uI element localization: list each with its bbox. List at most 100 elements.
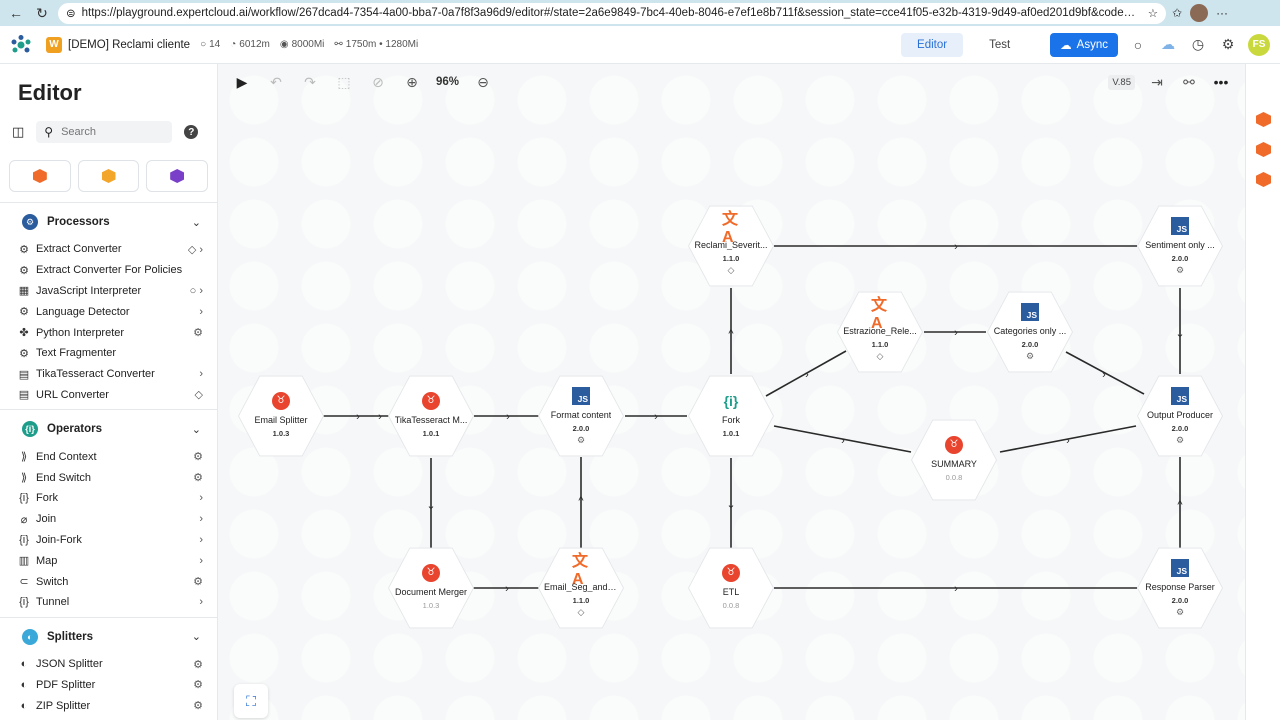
node-name: Email Splitter	[254, 414, 308, 425]
chevron-down-icon[interactable]: ⌄	[192, 630, 201, 643]
history-icon[interactable]: ◷	[1188, 35, 1208, 55]
node-version: 1.1.0	[722, 254, 740, 263]
item-actions[interactable]: ◇ ›	[188, 243, 203, 256]
translate-icon[interactable]	[1256, 112, 1271, 127]
svg-text:›: ›	[378, 411, 382, 423]
item-actions[interactable]: ›	[199, 492, 203, 504]
workflow-canvas[interactable]: ▶ ↶ ↷ ⬚ ⊘ ⊕ 96% ⊖ V.85 ⇥ ⚯ ••• › › › › ⌄…	[218, 64, 1245, 720]
section-header-operators[interactable]: {i} Operators ⌄	[0, 418, 217, 440]
translate-icon[interactable]	[1256, 172, 1271, 187]
filter-star-button[interactable]	[77, 160, 140, 192]
item-actions[interactable]: ⚙	[193, 575, 203, 588]
address-bar[interactable]: ⊜ https://playground.expertcloud.ai/work…	[58, 2, 1166, 24]
chevron-down-icon[interactable]: ⌄	[192, 423, 201, 436]
section-label: Processors	[47, 216, 110, 228]
help-icon[interactable]: ?	[184, 125, 199, 139]
cloud-icon[interactable]: ☁	[1158, 35, 1178, 55]
item-actions[interactable]: ›	[199, 596, 203, 608]
url-text: https://playground.expertcloud.ai/workfl…	[81, 7, 1142, 19]
section-header-splitters[interactable]: ◐ Splitters ⌄	[0, 626, 217, 648]
app-logo-icon[interactable]	[10, 34, 32, 56]
sidebar-item-url-converter[interactable]: ▤ URL Converter ◇	[0, 385, 217, 406]
sidebar-item-end-context[interactable]: ⟫ End Context ⚙	[0, 446, 217, 467]
item-actions[interactable]: ›	[199, 555, 203, 567]
item-icon: ◐	[20, 678, 28, 691]
item-actions[interactable]: ›	[199, 513, 203, 525]
reload-icon[interactable]: ↻	[32, 3, 52, 23]
sidebar-item-extract-converter[interactable]: ⚙ Extract Converter ◇ ›	[0, 239, 217, 260]
sidebar-item-javascript-interpreter[interactable]: ▦ JavaScript Interpreter ○ ›	[0, 281, 217, 302]
favorites-icon[interactable]: ✩	[1172, 6, 1182, 20]
section-header-processors[interactable]: ⚙ Processors ⌄	[0, 211, 217, 233]
item-actions[interactable]: ⚙	[193, 658, 203, 671]
chip-icon: ◉	[279, 39, 289, 50]
editor-mode-button[interactable]: Editor	[901, 32, 964, 57]
sidebar-item-join-fork[interactable]: {i} Join-Fork ›	[0, 530, 217, 551]
node-status-icon[interactable]: ⚙	[1026, 352, 1034, 361]
back-icon[interactable]: ←	[6, 3, 26, 23]
item-actions[interactable]: ›	[199, 306, 203, 318]
item-actions[interactable]: ›	[199, 534, 203, 546]
more-icon[interactable]: ···	[1216, 6, 1228, 20]
node-status-icon[interactable]: ⚙	[577, 436, 585, 445]
item-actions[interactable]: ○ ›	[190, 285, 203, 297]
item-label: Extract Converter	[36, 243, 122, 256]
sidebar-item-json-splitter[interactable]: ◐ JSON Splitter ⚙	[0, 654, 217, 675]
item-icon: ▤	[18, 368, 30, 381]
item-actions[interactable]: ⚙	[193, 450, 203, 463]
status-circle-icon[interactable]: ○	[1128, 35, 1148, 55]
section-icon: {i}	[22, 421, 38, 438]
async-button[interactable]: ☁ Async	[1050, 32, 1118, 57]
item-label: Extract Converter For Policies	[36, 264, 183, 277]
sidebar-item-text-fragmenter[interactable]: ⚙ Text Fragmenter	[0, 343, 217, 364]
item-icon: {i}	[19, 492, 29, 505]
sidebar-item-fork[interactable]: {i} Fork ›	[0, 488, 217, 509]
star-icon[interactable]: ☆	[1148, 6, 1158, 20]
item-actions[interactable]: ⚙	[193, 678, 203, 691]
node-status-icon[interactable]: ◇	[877, 352, 884, 361]
node-status-icon[interactable]: ⚙	[1176, 266, 1184, 275]
browser-profile-avatar[interactable]	[1190, 4, 1209, 22]
gauge-icon: ◔	[230, 39, 237, 50]
search-input[interactable]	[61, 126, 162, 138]
svg-text:›: ›	[954, 241, 958, 253]
sidebar-item-tikatesseract-converter[interactable]: ▤ TikaTesseract Converter ›	[0, 364, 217, 385]
workspace-name[interactable]: [DEMO] Reclami cliente	[68, 39, 190, 51]
user-avatar[interactable]: FS	[1248, 33, 1270, 56]
node-status-icon[interactable]: ◇	[578, 608, 585, 617]
item-actions[interactable]: ⚙	[193, 699, 203, 712]
panel-toggle-icon[interactable]: ◫	[12, 124, 24, 140]
sidebar-item-map[interactable]: ▥ Map ›	[0, 550, 217, 571]
item-actions[interactable]: ◇	[195, 388, 203, 401]
sidebar-item-tunnel[interactable]: {i} Tunnel ›	[0, 592, 217, 613]
filter-translate-button[interactable]	[9, 160, 71, 192]
item-actions[interactable]: ⚙	[193, 326, 203, 339]
sidebar-item-pdf-splitter[interactable]: ◐ PDF Splitter ⚙	[0, 675, 217, 696]
sidebar-item-python-interpreter[interactable]: ✤ Python Interpreter ⚙	[0, 322, 217, 343]
test-mode-button[interactable]: Test	[973, 33, 1026, 57]
node-status-icon[interactable]: ◇	[728, 266, 735, 275]
sidebar-item-join[interactable]: ⌀ Join ›	[0, 509, 217, 530]
svg-text:›: ›	[954, 327, 958, 339]
sidebar-item-zip-splitter[interactable]: ◐ ZIP Splitter ⚙	[0, 695, 217, 716]
item-icon: ▦	[18, 285, 30, 298]
javascript-icon: JS	[572, 387, 590, 405]
item-actions[interactable]: ›	[199, 368, 203, 380]
node-status-icon[interactable]: ⚙	[1176, 608, 1184, 617]
search-box[interactable]: ⚲	[36, 121, 173, 143]
node-status-icon[interactable]: ⚙	[1176, 436, 1184, 445]
chevron-down-icon[interactable]: ⌄	[192, 216, 201, 229]
gear-icon[interactable]: ⚙	[1218, 35, 1238, 55]
site-info-icon[interactable]: ⊜	[66, 6, 76, 20]
svg-text:›: ›	[505, 583, 509, 595]
filter-purple-button[interactable]	[146, 160, 209, 192]
sidebar-item-switch[interactable]: ⊂ Switch ⚙	[0, 571, 217, 592]
item-actions[interactable]: ⚙	[193, 471, 203, 484]
sidebar-item-end-switch[interactable]: ⟫ End Switch ⚙	[0, 467, 217, 488]
sidebar-item-language-detector[interactable]: ⚙ Language Detector ›	[0, 301, 217, 322]
sidebar-item-extract-converter-for-policies[interactable]: ⚙ Extract Converter For Policies	[0, 260, 217, 281]
item-label: Fork	[36, 492, 58, 505]
translate-icon[interactable]	[1256, 142, 1271, 157]
node-name: SUMMARY	[931, 458, 977, 469]
fit-view-button[interactable]: ⛶	[234, 684, 268, 718]
